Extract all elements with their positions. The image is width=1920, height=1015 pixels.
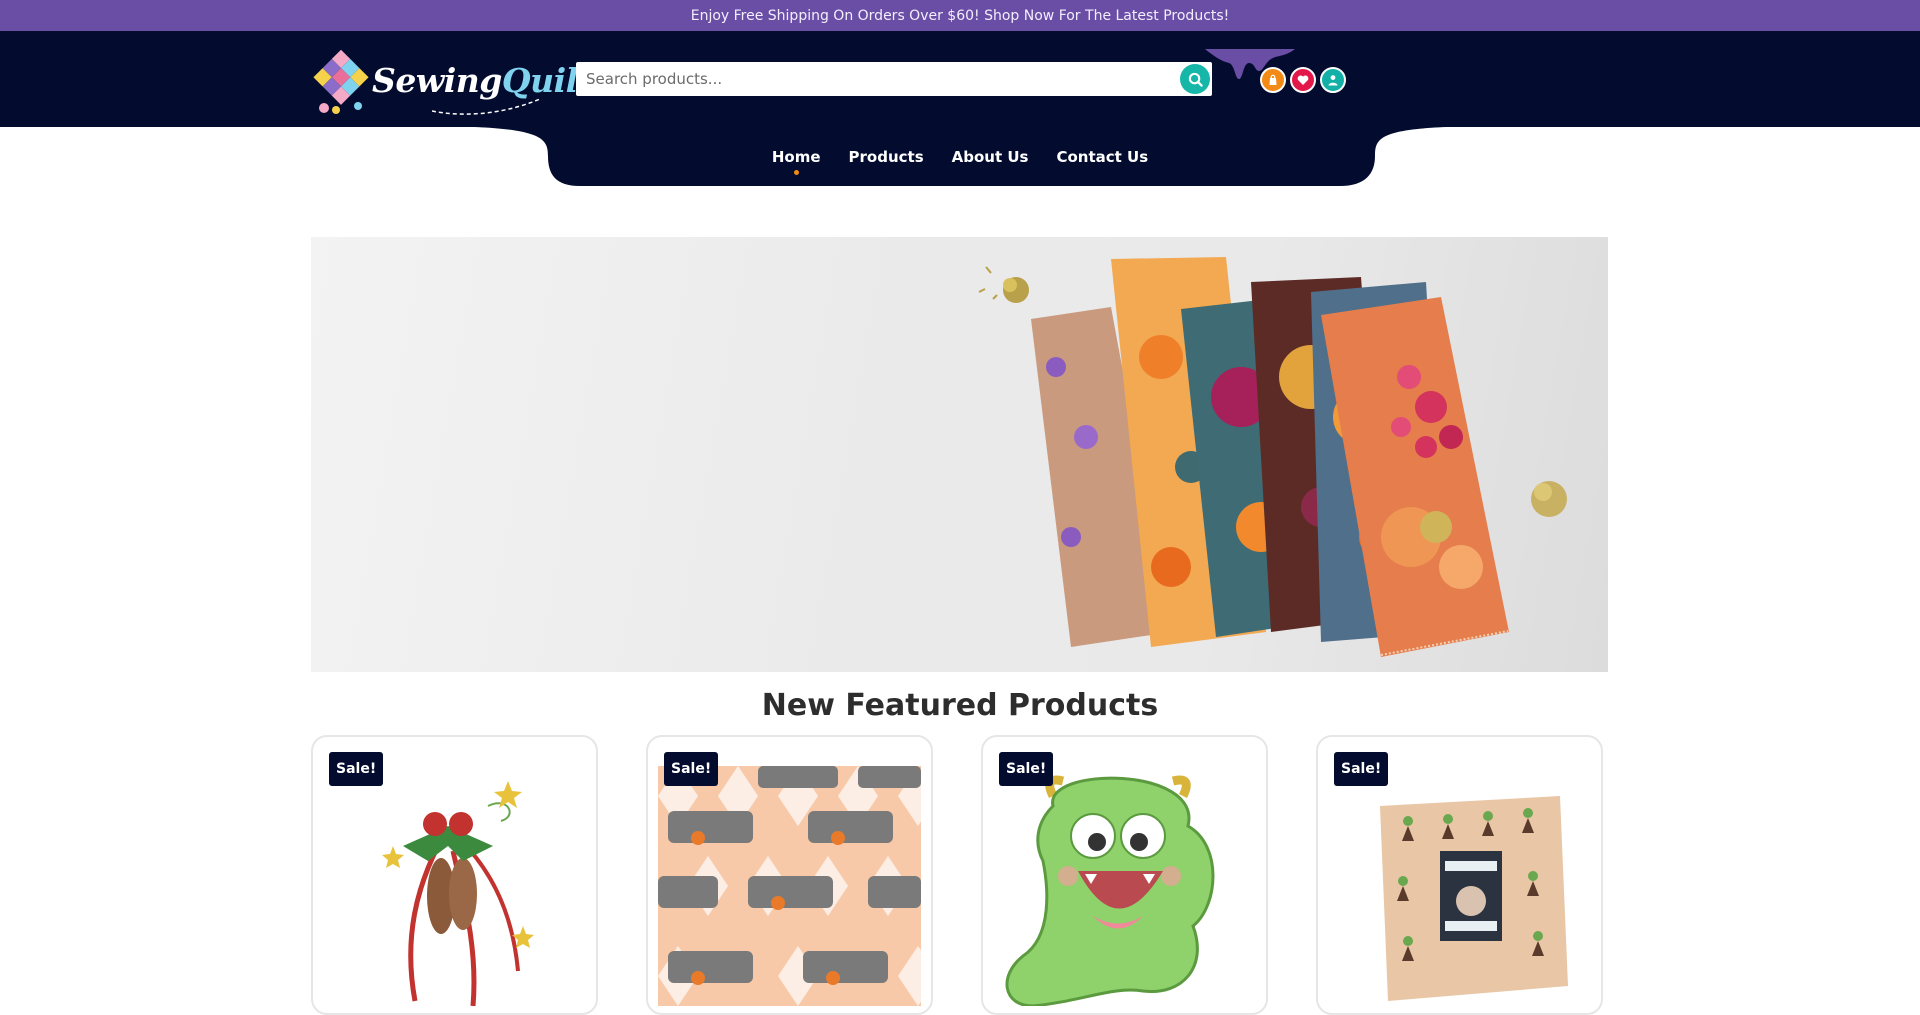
product-image-christmas-embroidery: [382, 781, 534, 1006]
nav-item-about-us[interactable]: About Us: [952, 140, 1029, 174]
product-card[interactable]: Sale!: [311, 735, 598, 1015]
product-card[interactable]: Sale!: [1316, 735, 1603, 1015]
wishlist-button[interactable]: [1290, 67, 1316, 93]
product-image-charm-pack: [1380, 796, 1568, 1001]
product-card[interactable]: Sale!: [981, 735, 1268, 1015]
featured-products-title: New Featured Products: [761, 688, 1159, 723]
fabric-bundle-image: [978, 257, 1567, 657]
main-navigation: Home Products About Us Contact Us: [548, 140, 1372, 175]
sale-badge: Sale!: [329, 752, 384, 786]
sale-badge: Sale!: [1334, 752, 1389, 786]
brand-name-sewing: Sewing: [372, 60, 502, 100]
logo-swoosh: [432, 98, 541, 115]
quilt-logo-icon: [312, 44, 370, 116]
account-button[interactable]: [1320, 67, 1346, 93]
account-user-icon: [1328, 75, 1338, 86]
nav-item-products[interactable]: Products: [849, 140, 924, 174]
hero-banner[interactable]: [311, 237, 1608, 672]
product-card[interactable]: Sale!: [646, 735, 933, 1015]
search-bar: [576, 62, 1212, 96]
search-icon: [1188, 72, 1203, 87]
announcement-text: Enjoy Free Shipping On Orders Over $60! …: [690, 7, 1230, 24]
brand-wordmark: SewingQuilt: [372, 60, 593, 100]
cart-button[interactable]: [1260, 67, 1286, 93]
product-image-monster-embroidery: [1005, 775, 1215, 1006]
search-button[interactable]: [1180, 64, 1210, 94]
wishlist-heart-icon: [1297, 75, 1309, 85]
folded-fabrics: [1031, 257, 1509, 657]
sale-badge: Sale!: [999, 752, 1054, 786]
nav-item-contact-us[interactable]: Contact Us: [1056, 140, 1148, 174]
product-image-truck-fabric: [658, 766, 921, 1006]
cart-icon: [1269, 74, 1277, 85]
dried-flower-decoration: [978, 266, 1029, 303]
site-logo[interactable]: SewingQuilt: [312, 37, 593, 123]
nav-item-home[interactable]: Home: [772, 140, 821, 175]
announcement-bar: Enjoy Free Shipping On Orders Over $60! …: [0, 0, 1920, 31]
header-actions: [1260, 67, 1346, 93]
search-input[interactable]: [576, 63, 1136, 95]
sale-badge: Sale!: [664, 752, 719, 786]
